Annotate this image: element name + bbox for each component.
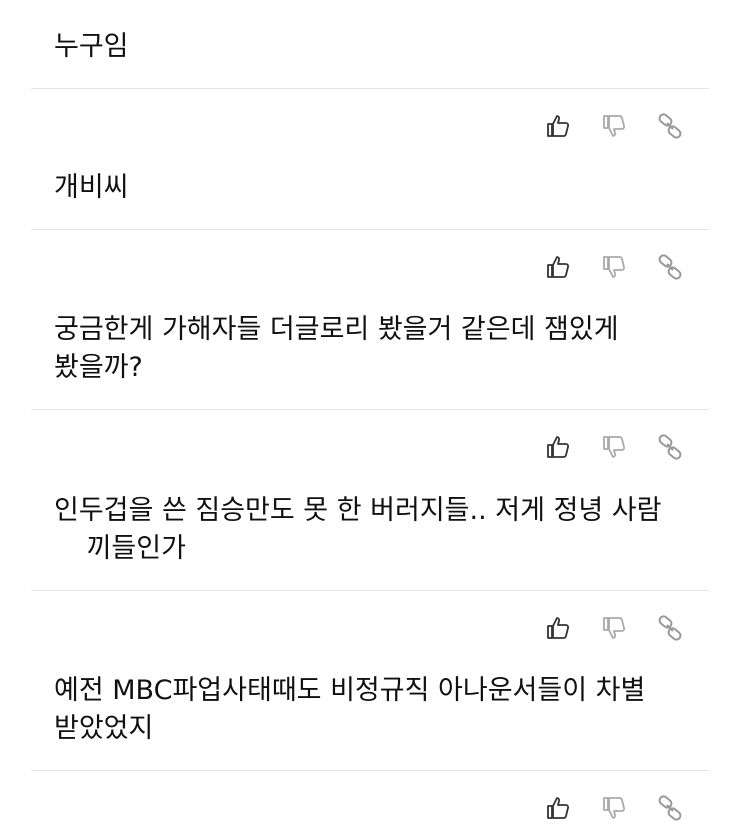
thumbs-down-icon[interactable] [600,253,628,281]
divider [31,409,709,410]
comment-text: 누구임 [54,31,129,62]
comment-actions [544,613,684,643]
comment-text-part: 인두겁을 쓴 짐승만도 못 한 버러지들.. 저게 정녕 사람 [54,495,662,526]
censor-mask [54,534,78,565]
link-icon[interactable] [656,433,684,461]
thumbs-down-icon[interactable] [600,614,628,642]
divider [31,590,709,591]
thumbs-up-icon[interactable] [544,433,572,461]
link-icon[interactable] [656,794,684,822]
comment-actions [544,793,684,823]
link-icon[interactable] [656,614,684,642]
divider [31,229,709,230]
thumbs-up-icon[interactable] [544,794,572,822]
comment-actions [544,252,684,282]
comment-text-part: 끼들인가 [86,533,186,564]
comment-text: 궁금한게 가해자들 더글로리 봤을거 같은데 잼있게 봤을까? [54,314,619,383]
comment-text: 예전 MBC파업사태때도 비정규직 아나운서들이 차별 받았었지 [54,675,646,744]
comment-text: 인두겁을 쓴 짐승만도 못 한 버러지들.. 저게 정녕 사람 끼들인가 [54,492,694,568]
thumbs-down-icon[interactable] [600,112,628,140]
thumbs-down-icon[interactable] [600,794,628,822]
comment-actions [544,111,684,141]
comment-actions [544,432,684,462]
divider [31,88,709,89]
link-icon[interactable] [656,253,684,281]
thumbs-down-icon[interactable] [600,433,628,461]
comment-text: 개비씨 [54,172,129,203]
thumbs-up-icon[interactable] [544,253,572,281]
thumbs-up-icon[interactable] [544,614,572,642]
divider [31,770,709,771]
link-icon[interactable] [656,112,684,140]
thumbs-up-icon[interactable] [544,112,572,140]
